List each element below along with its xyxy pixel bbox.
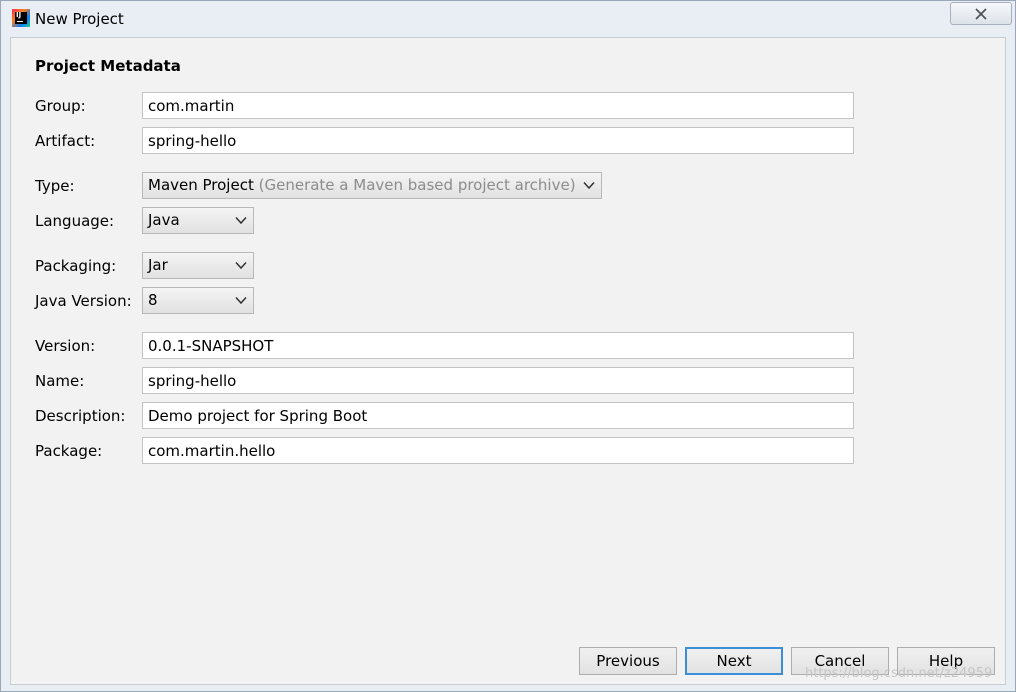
description-field[interactable] [142, 402, 854, 429]
artifact-field[interactable] [142, 127, 854, 154]
type-selected: Maven Project [148, 176, 254, 194]
chevron-down-icon [235, 296, 247, 305]
package-label: Package: [35, 442, 103, 460]
group-label: Group: [35, 97, 86, 115]
language-selected: Java [148, 211, 180, 229]
java-version-label: Java Version: [35, 292, 132, 310]
name-field[interactable] [142, 367, 854, 394]
version-label: Version: [35, 337, 96, 355]
artifact-label: Artifact: [35, 132, 96, 150]
previous-button[interactable]: Previous [579, 647, 677, 675]
group-field[interactable] [142, 92, 854, 119]
package-field[interactable] [142, 437, 854, 464]
type-hint: (Generate a Maven based project archive) [258, 176, 576, 194]
new-project-dialog: IJ New Project Project Metadata Group: A… [0, 0, 1016, 692]
name-label: Name: [35, 372, 85, 390]
section-title: Project Metadata [35, 57, 181, 75]
chevron-down-icon [583, 181, 595, 190]
packaging-select[interactable]: Jar [142, 252, 254, 279]
watermark: https://blog.csdn.net/z24959 [805, 666, 993, 681]
chevron-down-icon [235, 261, 247, 270]
language-select[interactable]: Java [142, 207, 254, 234]
packaging-selected: Jar [148, 256, 168, 274]
close-button[interactable] [950, 2, 1012, 25]
type-label: Type: [35, 177, 75, 195]
version-field[interactable] [142, 332, 854, 359]
next-button[interactable]: Next [685, 647, 783, 675]
project-metadata-panel: Project Metadata Group: Artifact: Type: … [10, 37, 1006, 685]
close-icon [975, 7, 987, 20]
title-bar[interactable]: IJ New Project [1, 1, 1015, 37]
type-select[interactable]: Maven Project (Generate a Maven based pr… [142, 172, 602, 199]
packaging-label: Packaging: [35, 257, 117, 275]
java-version-select[interactable]: 8 [142, 287, 254, 314]
window-title: New Project [35, 10, 124, 28]
description-label: Description: [35, 407, 126, 425]
java-version-selected: 8 [148, 291, 158, 309]
language-label: Language: [35, 212, 115, 230]
chevron-down-icon [235, 216, 247, 225]
intellij-idea-icon: IJ [12, 9, 30, 27]
